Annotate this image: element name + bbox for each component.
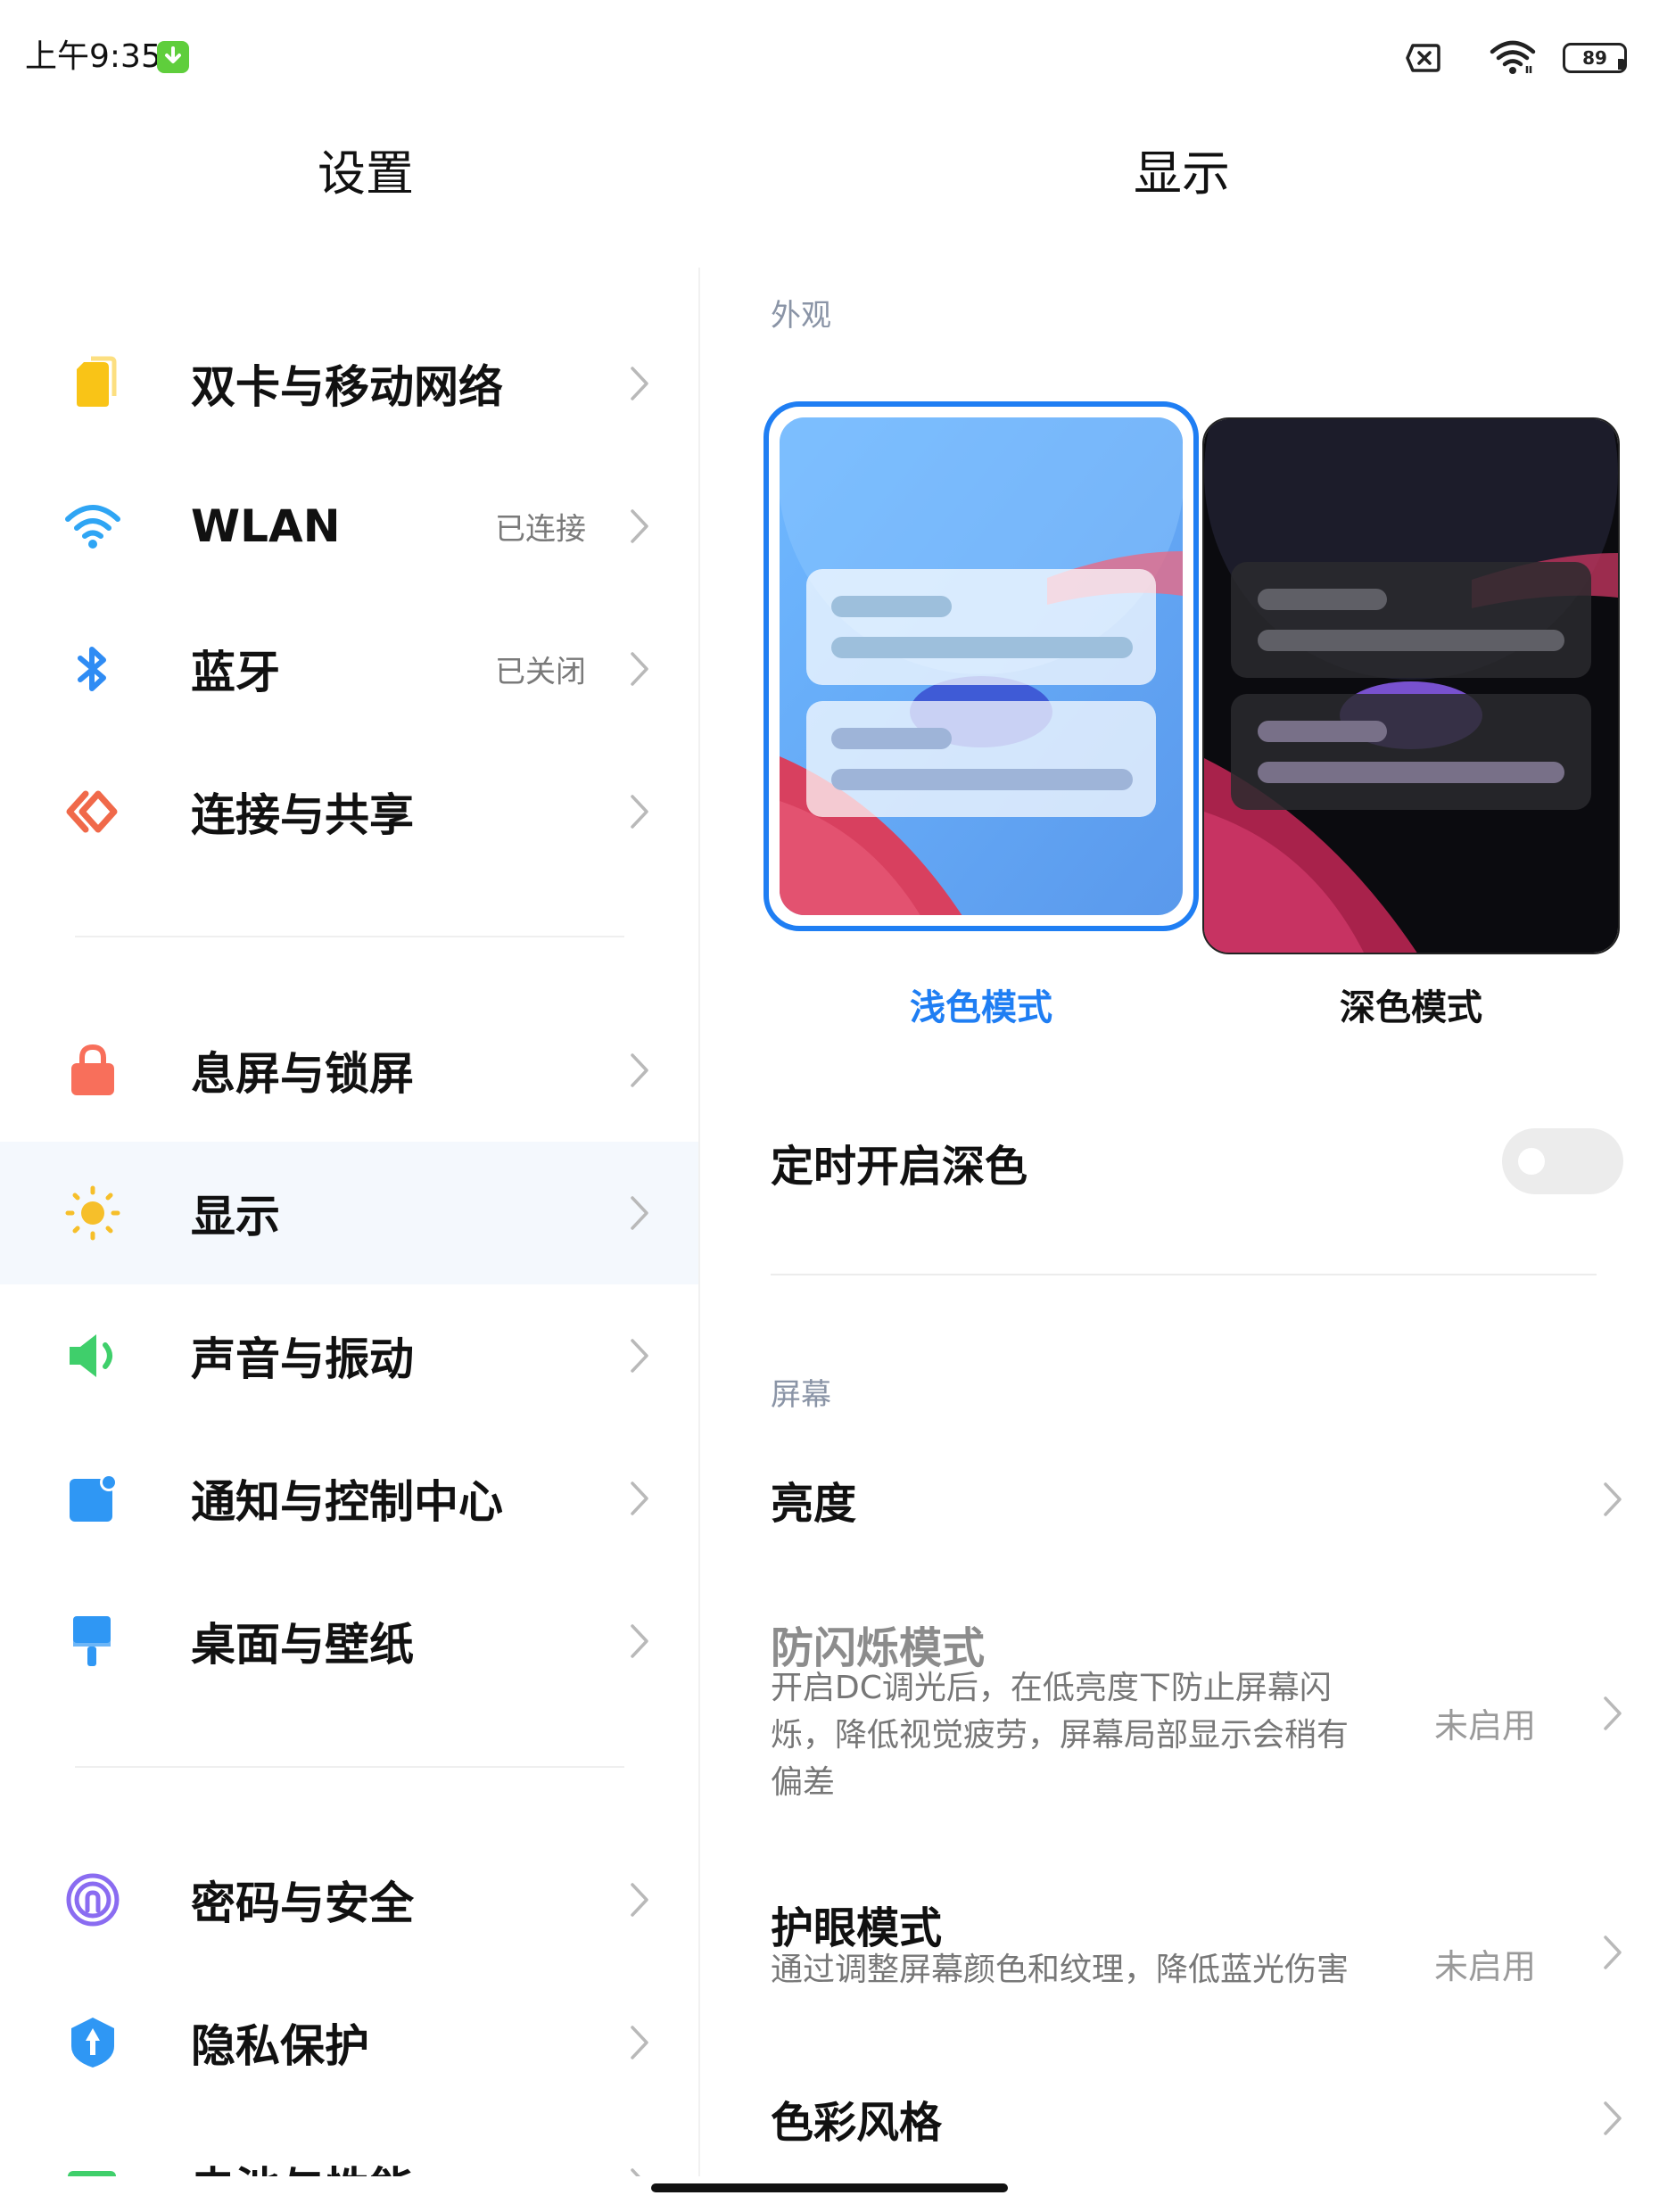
status-time: 上午9:35: [25, 38, 161, 75]
download-icon: [157, 41, 189, 73]
lock-icon: [64, 1042, 121, 1099]
display-settings-panel: 外观 浅色模式 深色模式 定时开启深色 屏幕 亮度 防闪烁模式 开启DC调光后，…: [705, 268, 1659, 2176]
settings-title: 设置: [318, 145, 414, 202]
chevron-right-icon: [1604, 1482, 1622, 1516]
chevron-right-icon: [631, 509, 648, 543]
anti-flicker-status: 未启用: [1433, 1706, 1536, 1746]
sidebar-item-connection-sharing[interactable]: 连接与共享: [0, 740, 698, 883]
sidebar-item-label: 隐私保护: [191, 2020, 369, 2072]
chevron-right-icon: [631, 1196, 648, 1230]
wifi-icon: [64, 498, 121, 555]
sidebar-item-battery-performance[interactable]: 电池与性能: [0, 2114, 698, 2176]
dark-mode-option[interactable]: [1202, 417, 1620, 954]
sidebar-item-label: 通知与控制中心: [191, 1476, 503, 1528]
chevron-right-icon: [631, 1482, 648, 1515]
sidebar-item-label: 显示: [191, 1191, 280, 1242]
dark-mode-label[interactable]: 深色模式: [1277, 981, 1545, 1035]
shield-icon: [64, 2014, 121, 2071]
sidebar-item-status: 已连接: [495, 511, 586, 548]
sun-icon: [64, 1184, 121, 1242]
appearance-section-label: 外观: [771, 298, 831, 334]
chevron-right-icon: [631, 1339, 648, 1373]
section-divider: [771, 1274, 1597, 1275]
chevron-right-icon: [631, 795, 648, 829]
sidebar-item-label: 连接与共享: [191, 789, 414, 841]
battery-icon: [64, 2157, 121, 2176]
panel-divider: [698, 268, 700, 2176]
sidebar-item-status: 已关闭: [495, 654, 586, 690]
sidebar-item-label: 声音与振动: [191, 1333, 414, 1385]
home-indicator[interactable]: [651, 2183, 1008, 2192]
chevron-right-icon: [631, 1883, 648, 1917]
eye-care-status: 未启用: [1433, 1947, 1536, 1986]
chevron-right-icon: [631, 367, 648, 400]
sidebar-item-label: 蓝牙: [191, 647, 280, 698]
no-sim-icon: [1406, 44, 1440, 72]
battery-level: 89: [1582, 47, 1607, 69]
dark-mode-preview: [1204, 419, 1618, 953]
battery-indicator: 89: [1563, 43, 1627, 73]
eye-care-description: 通过调整屏幕颜色和纹理，降低蓝光伤害: [771, 1952, 1349, 1988]
settings-screen: 上午9:35 89 设置 显示 双卡与移动网络 WLAN 已连接 蓝牙 已关闭 …: [0, 0, 1659, 2212]
settings-sidebar: 双卡与移动网络 WLAN 已连接 蓝牙 已关闭 连接与共享 息屏与锁屏 显示 声…: [0, 268, 698, 2176]
light-mode-preview: [778, 268, 1184, 953]
chevron-right-icon: [631, 2026, 648, 2059]
speaker-icon: [64, 1327, 121, 1384]
schedule-dark-label: 定时开启深色: [771, 1142, 1028, 1192]
notification-icon: [64, 1470, 121, 1527]
bluetooth-icon: [64, 640, 121, 697]
status-bar: 上午9:35 89: [0, 0, 1659, 116]
display-page-title: 显示: [1134, 145, 1230, 202]
sidebar-item-sim-network[interactable]: 双卡与移动网络: [0, 312, 698, 455]
sidebar-item-label: 电池与性能: [191, 2153, 414, 2176]
chevron-right-icon: [631, 1053, 648, 1087]
share-icon: [64, 783, 121, 840]
chevron-right-icon: [1604, 1936, 1622, 1969]
sidebar-item-sound-vibration[interactable]: 声音与振动: [0, 1284, 698, 1427]
brightness-label: 亮度: [771, 1479, 857, 1529]
schedule-dark-toggle[interactable]: [1502, 1128, 1623, 1194]
chevron-right-icon: [631, 2168, 640, 2176]
sidebar-item-label: 桌面与壁纸: [191, 1619, 414, 1671]
sidebar-item-label: 双卡与移动网络: [191, 361, 503, 413]
chevron-right-icon: [1604, 1696, 1622, 1730]
sidebar-item-label: 息屏与锁屏: [191, 1048, 414, 1100]
battery-tip: [1618, 59, 1625, 70]
sidebar-item-display[interactable]: 显示: [0, 1142, 698, 1284]
chevron-right-icon: [1604, 2101, 1622, 2135]
sim-card-icon: [64, 355, 121, 412]
description-line: 烁，降低视觉疲劳，屏幕局部显示会稍有: [771, 1717, 1349, 1754]
fingerprint-icon: [64, 1871, 121, 1928]
sidebar-divider: [75, 1766, 624, 1768]
light-mode-option[interactable]: [763, 268, 1199, 953]
sidebar-item-home-wallpaper[interactable]: 桌面与壁纸: [0, 1570, 698, 1713]
sidebar-item-label: WLAN: [191, 500, 341, 552]
sidebar-item-bluetooth[interactable]: 蓝牙 已关闭: [0, 598, 698, 740]
brush-icon: [64, 1613, 121, 1670]
wifi-status-icon: [1490, 40, 1536, 74]
anti-flicker-description: 开启DC调光后，在低亮度下防止屏幕闪 烁，降低视觉疲劳，屏幕局部显示会稍有 偏差: [771, 1664, 1413, 1806]
sidebar-item-wlan[interactable]: WLAN 已连接: [0, 455, 698, 598]
color-style-label: 色彩风格: [771, 2098, 943, 2148]
chevron-right-icon: [631, 652, 648, 686]
screen-section-label: 屏幕: [771, 1377, 831, 1413]
sidebar-item-lock-screen[interactable]: 息屏与锁屏: [0, 999, 698, 1142]
chevron-right-icon: [631, 1624, 648, 1658]
sidebar-item-notifications[interactable]: 通知与控制中心: [0, 1427, 698, 1570]
description-line: 偏差: [771, 1764, 836, 1801]
sidebar-item-privacy[interactable]: 隐私保护: [0, 1971, 698, 2114]
sidebar-item-password-security[interactable]: 密码与安全: [0, 1828, 698, 1971]
description-line: 开启DC调光后，在低亮度下防止屏幕闪: [771, 1670, 1332, 1706]
light-mode-label[interactable]: 浅色模式: [847, 981, 1115, 1035]
sidebar-item-label: 密码与安全: [191, 1878, 414, 1929]
sidebar-divider: [75, 936, 624, 937]
toggle-knob: [1518, 1148, 1545, 1175]
